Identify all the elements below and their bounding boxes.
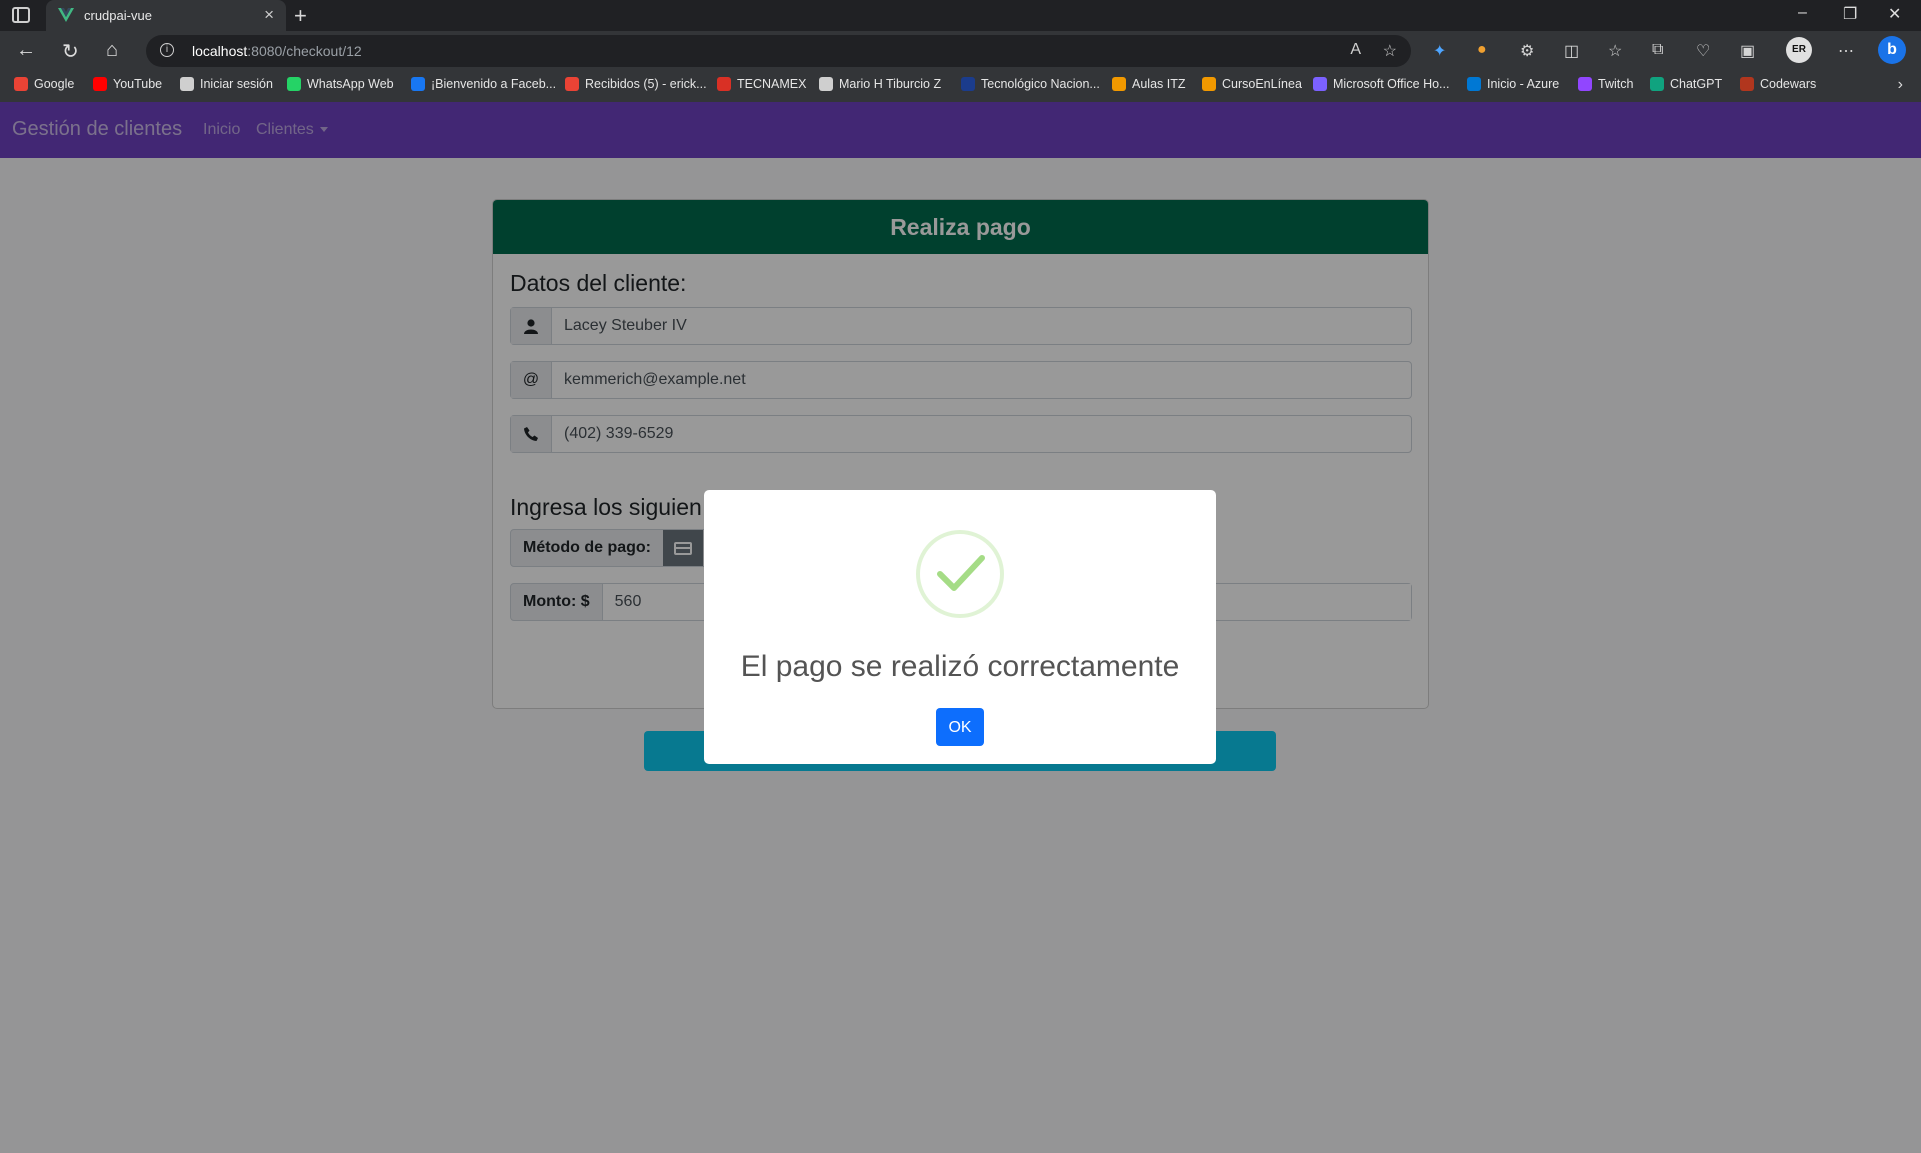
bookmark-item[interactable]: Google	[14, 77, 74, 91]
bookmark-label: ¡Bienvenido a Faceb...	[431, 77, 557, 91]
facebook-icon	[411, 77, 425, 91]
vue-logo-icon	[58, 8, 74, 22]
browser-toolbar: ← ↻ ⌂ i localhost:8080/checkout/12 A ☆ ✦…	[0, 31, 1921, 71]
reload-icon[interactable]: ↻	[62, 39, 79, 64]
split-screen-icon[interactable]: ◫	[1564, 41, 1579, 61]
bookmark-item[interactable]: WhatsApp Web	[287, 77, 394, 91]
codewars-icon	[1740, 77, 1754, 91]
bookmarks-bar: › Google YouTube Iniciar sesión WhatsApp We…	[0, 71, 1921, 103]
tab-actions-icon[interactable]	[12, 7, 30, 23]
back-icon[interactable]: ←	[16, 39, 36, 62]
bookmarks-overflow-icon[interactable]: ›	[1898, 76, 1903, 94]
tecnamex-icon	[717, 77, 731, 91]
bookmark-label: Recibidos (5) - erick...	[585, 77, 707, 91]
bookmark-label: Codewars	[1760, 77, 1817, 91]
bookmark-label: Aulas ITZ	[1132, 77, 1186, 91]
tab-title: crudpai-vue	[84, 8, 152, 23]
extension-icon[interactable]: ✦	[1433, 41, 1446, 61]
extension-2-icon[interactable]: ●	[1477, 41, 1487, 59]
bookmark-item[interactable]: CursoEnLínea	[1202, 77, 1302, 91]
site-info-icon[interactable]: i	[160, 43, 174, 57]
restore-icon[interactable]: ❐	[1843, 4, 1857, 24]
bookmark-item[interactable]: Codewars	[1740, 77, 1816, 91]
ok-button[interactable]: OK	[936, 708, 984, 746]
minimize-icon[interactable]: –	[1798, 4, 1807, 22]
page-icon	[819, 77, 833, 91]
bookmark-item[interactable]: Twitch	[1578, 77, 1633, 91]
bookmark-item[interactable]: Mario H Tiburcio Z	[819, 77, 941, 91]
url-text: localhost:8080/checkout/12	[192, 43, 362, 59]
workspace-icon[interactable]: ▣	[1740, 41, 1755, 61]
copilot-icon[interactable]: b	[1878, 36, 1906, 64]
bookmark-label: CursoEnLínea	[1222, 77, 1302, 91]
more-menu-icon[interactable]: ⋯	[1838, 41, 1854, 61]
browser-tab-strip: crudpai-vue × + – ❐ ✕	[0, 0, 1921, 31]
browser-tab-active[interactable]: crudpai-vue ×	[46, 0, 286, 31]
bookmark-item[interactable]: Iniciar sesión	[180, 77, 273, 91]
tab-close-icon[interactable]: ×	[264, 5, 274, 25]
extensions-icon[interactable]: ⚙	[1520, 41, 1534, 61]
bookmark-label: Mario H Tiburcio Z	[839, 77, 942, 91]
tecnm-icon	[961, 77, 975, 91]
success-check-icon	[916, 530, 1004, 618]
page-icon	[180, 77, 194, 91]
bookmark-item[interactable]: TECNAMEX	[717, 77, 806, 91]
bookmark-item[interactable]: Aulas ITZ	[1112, 77, 1186, 91]
curso-icon	[1202, 77, 1216, 91]
bookmark-label: WhatsApp Web	[307, 77, 394, 91]
bookmark-label: ChatGPT	[1670, 77, 1723, 91]
read-aloud-icon[interactable]: A	[1350, 41, 1361, 59]
profile-avatar[interactable]: ER	[1786, 37, 1812, 63]
bookmark-item[interactable]: YouTube	[93, 77, 162, 91]
chatgpt-icon	[1650, 77, 1664, 91]
new-tab-icon[interactable]: +	[294, 3, 307, 29]
whatsapp-icon	[287, 77, 301, 91]
bookmark-item[interactable]: ¡Bienvenido a Faceb...	[411, 77, 556, 91]
window-close-icon[interactable]: ✕	[1888, 4, 1901, 24]
azure-icon	[1467, 77, 1481, 91]
favorites-icon[interactable]: ☆	[1608, 41, 1622, 61]
office-icon	[1313, 77, 1327, 91]
bookmark-label: Twitch	[1598, 77, 1634, 91]
bookmark-item[interactable]: Recibidos (5) - erick...	[565, 77, 707, 91]
bookmark-label: Google	[34, 77, 75, 91]
bookmark-label: TECNAMEX	[737, 77, 807, 91]
bookmark-label: YouTube	[113, 77, 163, 91]
bookmark-label: Iniciar sesión	[200, 77, 273, 91]
success-dialog: El pago se realizó correctamente OK	[704, 490, 1216, 764]
youtube-icon	[93, 77, 107, 91]
collections-icon[interactable]: ⧉	[1652, 41, 1663, 59]
favorite-star-icon[interactable]: ☆	[1383, 41, 1397, 61]
bookmark-item[interactable]: Inicio - Azure	[1467, 77, 1559, 91]
bookmark-item[interactable]: Microsoft Office Ho...	[1313, 77, 1449, 91]
gmail-icon	[565, 77, 579, 91]
dialog-title: El pago se realizó correctamente	[740, 650, 1180, 683]
bookmark-label: Microsoft Office Ho...	[1333, 77, 1450, 91]
home-icon[interactable]: ⌂	[106, 39, 118, 62]
address-bar[interactable]: i localhost:8080/checkout/12 A ☆	[146, 35, 1411, 67]
bookmark-item[interactable]: Tecnológico Nacion...	[961, 77, 1100, 91]
bookmark-label: Tecnológico Nacion...	[981, 77, 1100, 91]
browser-essentials-icon[interactable]: ♡	[1696, 41, 1710, 61]
bookmark-item[interactable]: ChatGPT	[1650, 77, 1722, 91]
google-icon	[14, 77, 28, 91]
bookmark-label: Inicio - Azure	[1487, 77, 1560, 91]
aulas-icon	[1112, 77, 1126, 91]
twitch-icon	[1578, 77, 1592, 91]
